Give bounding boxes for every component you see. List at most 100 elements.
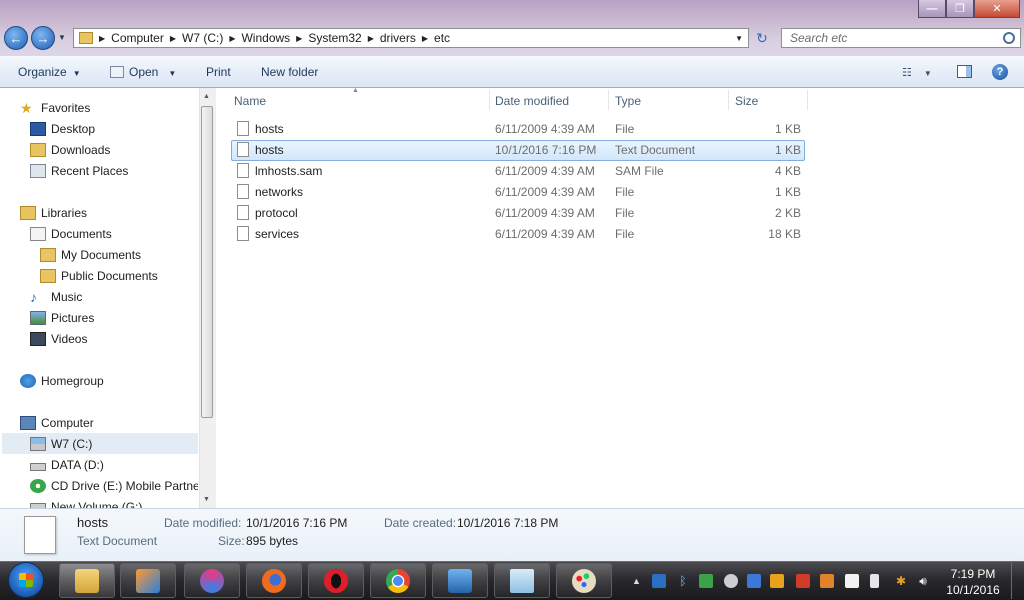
details-modified-value: 10/1/2016 7:16 PM: [246, 516, 348, 530]
media-player-icon: [136, 568, 160, 593]
column-divider[interactable]: [728, 90, 729, 110]
folder-icon: [40, 268, 56, 283]
scroll-up-icon[interactable]: ▲: [203, 93, 210, 100]
nav-label: Public Documents: [61, 268, 158, 283]
file-name: services: [255, 227, 300, 241]
breadcrumb-separator-icon: ▶: [169, 33, 176, 43]
system-clock[interactable]: 7:19 PM 10/1/2016: [942, 566, 1004, 598]
chevron-down-icon: ▼: [72, 69, 81, 78]
sort-ascending-icon: ▲: [352, 87, 359, 94]
close-button[interactable]: ✕: [974, 0, 1020, 18]
taskbar-opera[interactable]: [308, 563, 364, 598]
network-icon[interactable]: ✱: [894, 574, 908, 588]
nav-label: CD Drive (E:) Mobile Partner: [51, 478, 198, 493]
battery-icon[interactable]: [870, 574, 879, 588]
breadcrumb-windows[interactable]: Windows: [241, 31, 296, 45]
details-modified-label: Date modified:: [164, 516, 242, 530]
breadcrumb-computer[interactable]: Computer: [111, 31, 170, 45]
taskbar-notepad[interactable]: [494, 563, 550, 598]
text-document-icon: [237, 142, 249, 157]
breadcrumb-separator-icon: ▶: [229, 33, 236, 43]
taskbar-explorer[interactable]: [59, 563, 115, 598]
help-button[interactable]: ?: [992, 64, 1008, 80]
nav-label: Downloads: [51, 142, 111, 157]
file-date: 6/11/2009 4:39 AM: [495, 164, 595, 178]
action-center-icon[interactable]: [845, 574, 859, 588]
tray-red-icon[interactable]: [796, 574, 810, 588]
organize-label: Organize: [18, 65, 67, 79]
hand-icon[interactable]: [820, 574, 834, 588]
file-row[interactable]: hosts 6/11/2009 4:39 AM File 1 KB: [231, 119, 805, 140]
downloads-folder-icon: [30, 142, 46, 157]
refresh-button[interactable]: ↻: [752, 29, 772, 47]
breadcrumb-system32[interactable]: System32: [308, 31, 367, 45]
nav-g-drive[interactable]: New Volume (G:): [30, 496, 198, 508]
nav-homegroup[interactable]: Homegroup: [20, 370, 218, 391]
file-row[interactable]: protocol 6/11/2009 4:39 AM File 2 KB: [231, 203, 805, 224]
back-button[interactable]: ←: [4, 26, 28, 50]
file-row[interactable]: networks 6/11/2009 4:39 AM File 1 KB: [231, 182, 805, 203]
bluetooth-icon[interactable]: ᛒ: [676, 574, 690, 588]
details-file-name: hosts: [77, 515, 109, 530]
file-row[interactable]: lmhosts.sam 6/11/2009 4:39 AM SAM File 4…: [231, 161, 805, 182]
file-row[interactable]: services 6/11/2009 4:39 AM File 18 KB: [231, 224, 805, 245]
nav-libraries[interactable]: Libraries: [20, 202, 218, 223]
open-button[interactable]: Open ▼: [110, 65, 176, 79]
file-row-selected[interactable]: hosts 10/1/2016 7:16 PM Text Document 1 …: [231, 140, 805, 161]
preview-pane-button[interactable]: [957, 65, 972, 78]
star-icon: ★: [20, 99, 33, 116]
column-divider[interactable]: [489, 90, 490, 110]
minimize-button[interactable]: —: [918, 0, 946, 18]
column-divider[interactable]: [807, 90, 808, 110]
breadcrumb-drivers[interactable]: drivers: [380, 31, 422, 45]
libraries-icon: [20, 205, 36, 220]
recent-pages-dropdown[interactable]: ▼: [58, 33, 66, 42]
taskbar-app[interactable]: [184, 563, 240, 598]
scroll-down-icon[interactable]: ▼: [203, 496, 210, 503]
taskbar-media-player[interactable]: [120, 563, 176, 598]
volume-icon[interactable]: 🔊︎: [916, 574, 930, 588]
maximize-button[interactable]: ❐: [946, 0, 974, 18]
search-input[interactable]: Search etc: [781, 28, 1021, 48]
taskbar-firefox[interactable]: [246, 563, 302, 598]
show-hidden-icons-icon[interactable]: ▲: [632, 576, 641, 586]
show-desktop-button[interactable]: [1011, 562, 1024, 599]
nav-e-drive[interactable]: CD Drive (E:) Mobile Partner: [30, 475, 198, 496]
forward-button[interactable]: →: [31, 26, 55, 50]
column-header-date[interactable]: Date modified: [495, 94, 569, 108]
nav-computer[interactable]: Computer: [20, 412, 218, 433]
change-view-button[interactable]: ☷ ▼: [902, 66, 932, 79]
file-date: 6/11/2009 4:39 AM: [495, 185, 595, 199]
nav-label: New Volume (G:): [51, 499, 143, 509]
view-list-icon: ☷: [902, 67, 912, 79]
nav-c-drive[interactable]: W7 (C:): [2, 433, 198, 454]
warning-icon[interactable]: [770, 574, 784, 588]
tray-app-icon[interactable]: [652, 574, 666, 588]
column-header-type[interactable]: Type: [615, 94, 641, 108]
nav-label: Homegroup: [41, 373, 104, 388]
taskbar-chrome[interactable]: [370, 563, 426, 598]
new-folder-button[interactable]: New folder: [261, 65, 318, 79]
file-date: 6/11/2009 4:39 AM: [495, 122, 595, 136]
file-size: 2 KB: [774, 206, 801, 220]
file-type: File: [615, 227, 635, 241]
print-button[interactable]: Print: [206, 65, 231, 79]
clock-time: 7:19 PM: [950, 567, 996, 581]
address-dropdown-icon[interactable]: ▼: [735, 34, 748, 43]
security-icon[interactable]: [699, 574, 713, 588]
taskbar-network-app[interactable]: [432, 563, 488, 598]
tray-shield-icon[interactable]: [747, 574, 761, 588]
tray-circle-icon[interactable]: [724, 574, 738, 588]
scrollbar-thumb[interactable]: [201, 106, 213, 418]
breadcrumb-c-drive[interactable]: W7 (C:): [182, 31, 229, 45]
start-button[interactable]: [8, 562, 44, 598]
column-divider[interactable]: [608, 90, 609, 110]
breadcrumb-etc[interactable]: etc: [434, 31, 456, 45]
address-bar[interactable]: ▶ Computer ▶ W7 (C:) ▶ Windows ▶ System3…: [73, 28, 749, 48]
organize-button[interactable]: Organize ▼: [18, 65, 81, 79]
nav-favorites[interactable]: ★ Favorites: [20, 97, 218, 118]
taskbar-paint[interactable]: [556, 563, 612, 598]
column-header-name[interactable]: Name: [234, 94, 266, 108]
column-header-size[interactable]: Size: [735, 94, 758, 108]
recent-places-icon: [30, 163, 46, 178]
